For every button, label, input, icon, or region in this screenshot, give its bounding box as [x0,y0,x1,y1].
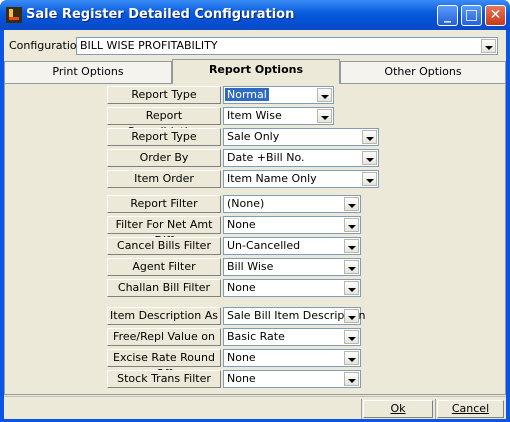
divider [361,399,362,419]
stock-trans-filter-label: Stock Trans Filter [107,370,221,388]
chevron-down-icon[interactable] [344,309,359,323]
order-by-label: Order By [107,149,221,167]
chevron-down-icon[interactable] [344,281,359,295]
report-type-2-select[interactable]: Sale Only [223,128,379,146]
configuration-select[interactable]: BILL WISE PROFITABILITY [76,37,498,55]
app-logo-icon [6,7,22,23]
agent-filter-label: Agent Filter [107,258,221,276]
maximize-button[interactable]: □ [461,5,482,26]
chevron-down-icon[interactable] [317,109,332,123]
chevron-down-icon[interactable] [317,88,332,102]
cancel-bills-filter-label: Cancel Bills Filter [107,237,221,255]
report-filter-select[interactable]: (None) [223,195,361,213]
close-button[interactable]: ✕ [485,5,506,26]
configuration-label: Configuration [9,39,84,52]
report-type-label: Report Type [107,86,221,104]
free-repl-value-label: Free/Repl Value on [107,328,221,346]
excise-rate-round-off-select[interactable]: None [223,349,361,367]
chevron-down-icon[interactable] [344,218,359,232]
window-title: Sale Register Detailed Configuration [26,7,295,22]
free-repl-value-select[interactable]: Basic Rate [223,328,361,346]
divider [435,399,436,419]
order-by-select[interactable]: Date +Bill No. [223,149,379,167]
item-order-label: Item Order [107,170,221,188]
button-bar: Ok Cancel [4,396,506,419]
close-icon: ✕ [489,7,502,23]
chevron-down-icon[interactable] [344,260,359,274]
chevron-down-icon[interactable] [344,239,359,253]
chevron-down-icon[interactable] [344,372,359,386]
chevron-down-icon[interactable] [362,151,377,165]
report-consolidation-select[interactable]: Item Wise [223,107,334,125]
agent-filter-select[interactable]: Bill Wise [223,258,361,276]
chevron-down-icon[interactable] [344,330,359,344]
item-description-as-select[interactable]: Sale Bill Item Description [223,307,365,325]
minimize-icon: _ [444,7,451,23]
configuration-value: BILL WISE PROFITABILITY [80,39,218,52]
item-order-select[interactable]: Item Name Only [223,170,379,188]
chevron-down-icon[interactable] [362,130,377,144]
report-type-select[interactable]: Normal [223,86,334,104]
report-type-2-label: Report Type [107,128,221,146]
excise-rate-round-off-label: Excise Rate Round Off [107,349,221,380]
report-filter-label: Report Filter [107,195,221,213]
tab-print-options[interactable]: Print Options [4,61,172,83]
cancel-bills-filter-select[interactable]: Un-Cancelled [223,237,361,255]
dialog-window: Sale Register Detailed Configuration _ □… [0,0,510,422]
dialog-body: Configuration BILL WISE PROFITABILITY Pr… [4,30,506,419]
challan-bill-filter-label: Challan Bill Filter [107,279,221,297]
ok-button[interactable]: Ok [363,400,433,418]
chevron-down-icon[interactable] [362,172,377,186]
title-bar[interactable]: Sale Register Detailed Configuration _ □… [0,0,510,30]
item-description-as-label: Item Description As [107,307,221,325]
tab-other-options[interactable]: Other Options [340,61,506,83]
challan-bill-filter-select[interactable]: None [223,279,361,297]
chevron-down-icon[interactable] [344,351,359,365]
maximize-icon: □ [464,7,479,23]
filter-net-amt-diff-select[interactable]: None [223,216,361,234]
report-consolidation-label: Report Consolidation [107,107,221,138]
cancel-button[interactable]: Cancel [437,400,504,418]
filter-net-amt-diff-label: Filter For Net Amt Diff [107,216,221,247]
minimize-button[interactable]: _ [437,5,458,26]
chevron-down-icon[interactable] [344,197,359,211]
stock-trans-filter-select[interactable]: None [223,370,361,388]
tab-report-options[interactable]: Report Options [172,59,340,84]
chevron-down-icon[interactable] [481,39,496,53]
